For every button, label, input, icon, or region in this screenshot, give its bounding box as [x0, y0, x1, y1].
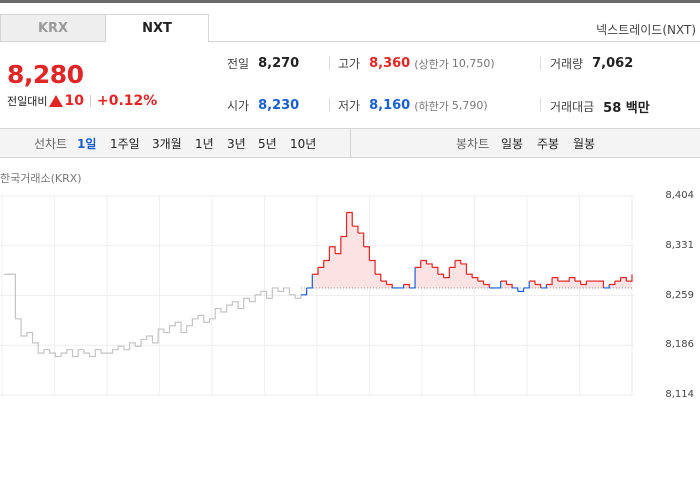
stat-amount: 거래대금 58 백만: [550, 97, 650, 116]
toolbar-divider: [350, 129, 351, 157]
price-line-segment: [546, 277, 553, 286]
stat-divider: [540, 56, 541, 70]
price-line-segment: [300, 287, 308, 296]
stat-divider: [329, 56, 330, 70]
period-1d-button[interactable]: 1일: [77, 129, 96, 157]
price-chart: [0, 195, 634, 396]
stat-label: 거래대금: [550, 100, 595, 114]
price-line-segment: [614, 277, 622, 282]
candle-monthly-button[interactable]: 월봉: [573, 129, 595, 157]
price-line-segment: [397, 284, 405, 289]
y-tick-label: 8,404: [665, 190, 694, 201]
up-triangle-icon: [49, 95, 64, 107]
stat-label: 고가: [338, 57, 361, 71]
price-line-segment: [540, 284, 547, 289]
price-line-segment: [609, 281, 616, 286]
chart-toolbar: 선차트 1일 1주일 3개월 1년 3년 5년 10년 봉차트 일봉 주봉 월봉: [0, 128, 700, 158]
stat-volume: 거래량 7,062: [550, 55, 633, 72]
change-value: 10: [64, 93, 84, 109]
change-row: 전일대비 10 +0.12%: [7, 93, 157, 109]
change-label: 전일대비: [7, 95, 48, 108]
change-percent: +0.12%: [96, 93, 158, 109]
stat-value: 58 백만: [603, 101, 650, 116]
stat-high: 고가 8,360 (상한가 10,750): [338, 55, 495, 72]
stat-limit-label: (하한가: [414, 99, 449, 113]
price-line-grey: [4, 273, 302, 358]
candle-weekly-button[interactable]: 주봉: [537, 129, 559, 157]
candle-chart-label: 봉차트: [456, 136, 490, 151]
y-tick-label: 8,114: [665, 389, 694, 400]
stat-open: 시가 8,230: [227, 97, 299, 114]
stat-limit-value: 10,750): [451, 57, 495, 70]
stat-value: 8,360: [369, 56, 411, 71]
stat-divider: [329, 98, 330, 112]
y-tick-label: 8,259: [665, 289, 694, 301]
exchange-label: 한국거래소(KRX): [0, 172, 82, 185]
tab-nxt[interactable]: NXT: [105, 14, 209, 42]
price-line-segment: [449, 260, 456, 268]
period-1w-button[interactable]: 1주일: [110, 129, 140, 157]
price-line-segment: [335, 236, 342, 255]
price-line-segment: [409, 267, 416, 289]
period-1y-button[interactable]: 1년: [195, 129, 214, 157]
price-line-segment: [580, 281, 587, 286]
stat-prev-close: 전일 8,270: [227, 55, 299, 72]
price-line-segment: [626, 274, 633, 282]
stat-value: 7,062: [592, 56, 634, 71]
price-line-segment: [512, 287, 519, 292]
price-line-segment: [517, 287, 525, 292]
stat-limit-value: 5,790): [451, 99, 488, 112]
price-line-segment: [340, 212, 348, 238]
provider-label: 넥스트레이드(NXT): [596, 23, 696, 37]
price-line-segment: [523, 281, 530, 289]
price-line-segment: [603, 284, 610, 289]
price-line-segment: [323, 246, 331, 262]
price-line-segment: [494, 281, 502, 289]
stat-divider: [540, 98, 541, 112]
exchange-tabs: KRX NXT: [0, 14, 209, 42]
price-line-segment: [443, 267, 450, 279]
stat-value: 8,270: [258, 56, 300, 71]
stat-label: 거래량: [550, 57, 584, 71]
tab-divider-left: [0, 41, 105, 42]
top-border: [0, 0, 700, 3]
stat-low: 저가 8,160 (하한가 5,790): [338, 97, 488, 114]
stat-label: 전일: [227, 57, 250, 71]
y-tick-label: 8,186: [665, 339, 694, 351]
stat-label: 시가: [227, 99, 250, 113]
price-fill-area: [300, 212, 632, 288]
tab-krx[interactable]: KRX: [0, 14, 105, 42]
tab-divider: [209, 41, 700, 42]
period-3m-button[interactable]: 3개월: [152, 129, 182, 157]
line-chart-label: 선차트: [34, 136, 68, 151]
change-divider: [89, 95, 91, 107]
stat-label: 저가: [338, 99, 361, 113]
price-line-segment: [318, 260, 325, 268]
price-line-segment: [306, 274, 313, 289]
stat-value: 8,230: [258, 98, 300, 113]
y-tick-label: 8,331: [665, 239, 694, 251]
current-price: 8,280: [7, 60, 84, 89]
period-3y-button[interactable]: 3년: [227, 129, 246, 157]
period-5y-button[interactable]: 5년: [258, 129, 277, 157]
stat-value: 8,160: [369, 98, 411, 113]
period-10y-button[interactable]: 10년: [290, 129, 316, 157]
stat-limit-label: (상한가: [414, 57, 449, 71]
price-line-segment: [415, 260, 422, 268]
price-line-segment: [563, 277, 570, 282]
candle-daily-button[interactable]: 일봉: [501, 129, 523, 157]
